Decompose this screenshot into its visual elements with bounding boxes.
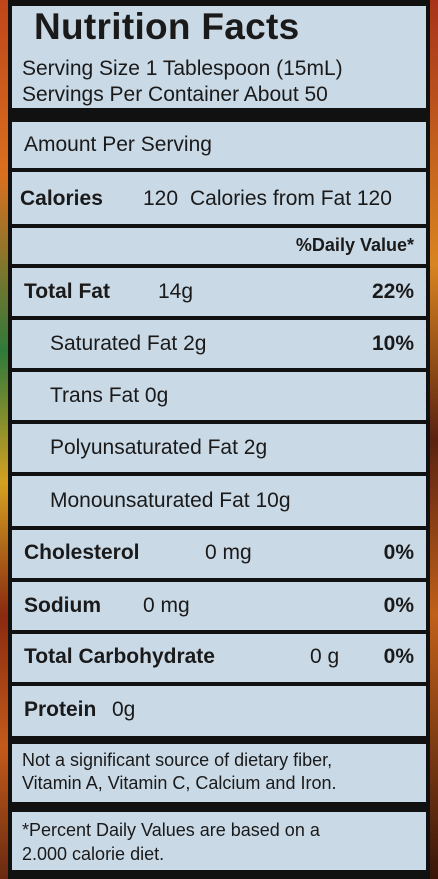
- daily-value-header-row: %Daily Value*: [12, 228, 426, 264]
- sodium-dv: 0%: [383, 594, 414, 617]
- servings-per-container: Servings Per Container About 50: [22, 83, 328, 106]
- calories-row: Calories 120 Calories from Fat 120: [12, 172, 426, 224]
- calories-label: Calories: [20, 187, 103, 210]
- total-fat-dv: 22%: [371, 280, 414, 303]
- trans-fat-label: Trans Fat 0g: [50, 384, 169, 407]
- cholesterol-row: Cholesterol 0 mg 0%: [12, 530, 426, 578]
- total-carbohydrate-label: Total Carbohydrate: [24, 645, 215, 668]
- sodium-row: Sodium 0 mg 0%: [12, 582, 426, 630]
- not-significant-line-2: Vitamin A, Vitamin C, Calcium and Iron.: [22, 773, 337, 793]
- total-fat-label: Total Fat: [24, 280, 110, 303]
- not-significant-note: Not a significant source of dietary fibe…: [12, 744, 426, 802]
- page-title: Nutrition Facts: [34, 6, 300, 47]
- cholesterol-dv: 0%: [383, 541, 414, 564]
- protein-amount: 0g: [112, 698, 136, 721]
- serving-size: Serving Size 1 Tablespoon (15mL): [22, 57, 343, 80]
- total-fat-amount: 14g: [158, 280, 194, 303]
- total-fat-row: Total Fat 14g 22%: [12, 268, 426, 316]
- sodium-amount: 0 mg: [143, 594, 190, 617]
- sodium-label: Sodium: [24, 594, 101, 617]
- amount-per-serving-row: Amount Per Serving: [12, 122, 426, 168]
- total-carbohydrate-amount: 0 g: [310, 645, 340, 668]
- percent-dv-line-1: *Percent Daily Values are based on a: [22, 820, 320, 840]
- not-significant-line-1: Not a significant source of dietary fibe…: [22, 750, 333, 770]
- monounsaturated-fat-label: Monounsaturated Fat 10g: [50, 489, 291, 512]
- calories-from-fat: Calories from Fat 120: [190, 187, 392, 210]
- amount-per-serving-label: Amount Per Serving: [24, 133, 212, 156]
- saturated-fat-dv: 10%: [371, 332, 414, 355]
- trans-fat-row: Trans Fat 0g: [12, 372, 426, 420]
- polyunsaturated-fat-row: Polyunsaturated Fat 2g: [12, 424, 426, 472]
- daily-value-header: %Daily Value*: [295, 235, 414, 255]
- polyunsaturated-fat-label: Polyunsaturated Fat 2g: [50, 436, 268, 459]
- percent-dv-footnote: *Percent Daily Values are based on a 2.0…: [12, 812, 426, 870]
- nutrition-facts-panel: Nutrition Facts Serving Size 1 Tablespoo…: [8, 0, 430, 879]
- protein-label: Protein: [24, 698, 97, 721]
- total-carbohydrate-row: Total Carbohydrate 0 g 0%: [12, 634, 426, 682]
- protein-row: Protein 0g: [12, 686, 426, 736]
- total-carbohydrate-dv: 0%: [383, 645, 414, 668]
- cholesterol-amount: 0 mg: [205, 541, 252, 564]
- calories-value: 120: [143, 187, 179, 210]
- percent-dv-line-2: 2.000 calorie diet.: [22, 844, 165, 864]
- cholesterol-label: Cholesterol: [24, 541, 140, 564]
- saturated-fat-row: Saturated Fat 2g 10%: [12, 320, 426, 368]
- header-section: Nutrition Facts Serving Size 1 Tablespoo…: [12, 6, 426, 108]
- monounsaturated-fat-row: Monounsaturated Fat 10g: [12, 476, 426, 526]
- saturated-fat-label: Saturated Fat 2g: [50, 332, 207, 355]
